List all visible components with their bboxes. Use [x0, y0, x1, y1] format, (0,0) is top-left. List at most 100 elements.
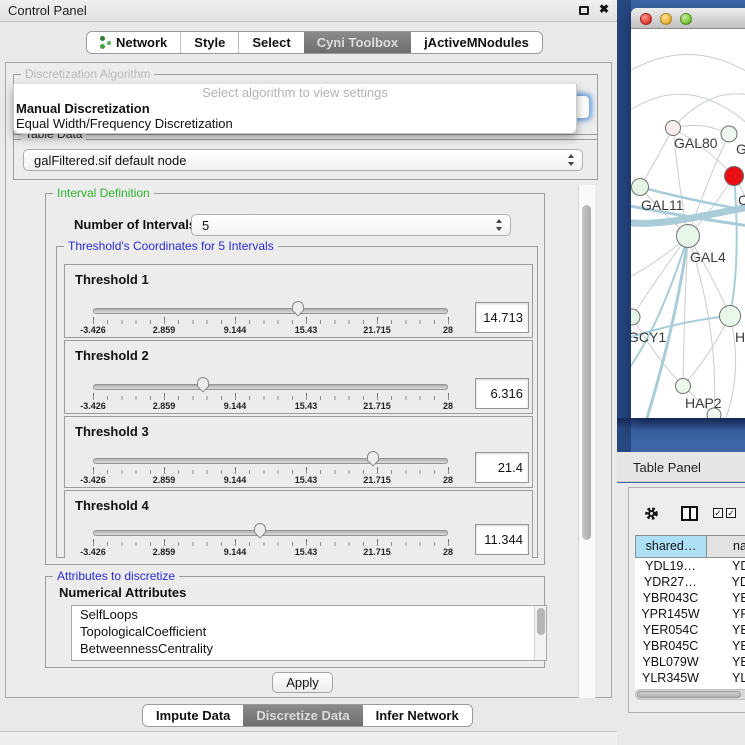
node-label: C [738, 192, 745, 208]
network-node[interactable] [631, 309, 640, 325]
table-row[interactable]: YBL079WYBL0 [635, 654, 745, 670]
table-cell: YLR345W [635, 670, 706, 686]
control-panel-titlebar: Control Panel ✖ [0, 0, 617, 22]
tick-label: 9.144 [224, 547, 247, 557]
network-view[interactable]: GAL80GAL11GAL4GCY1HAP2G.CH [631, 29, 745, 418]
settings-gear-icon[interactable] [643, 505, 660, 522]
network-node[interactable] [677, 225, 700, 248]
table-cell: YDR27… [635, 574, 706, 590]
scrollbar-thumb[interactable] [537, 608, 545, 635]
group-label: Attributes to discretize [53, 569, 179, 583]
panel-title: Control Panel [8, 3, 87, 18]
bottom-strip [0, 731, 617, 745]
group-label: Discretization Algorithm [21, 67, 154, 81]
slider-thumb[interactable] [253, 522, 267, 539]
tick-label: 2.859 [153, 401, 176, 411]
tab-jactivemnodules[interactable]: jActiveMNodules [411, 32, 542, 53]
tick-label: 2.859 [153, 475, 176, 485]
threshold-value-field[interactable]: 11.344 [475, 524, 529, 555]
node-label: G. [736, 141, 745, 157]
table-row[interactable]: YDR27…YDR2 [635, 574, 745, 590]
network-edge [631, 54, 745, 75]
table-cell: YPR1 [706, 606, 745, 622]
tick-label: 28 [443, 547, 453, 557]
slider-track[interactable] [93, 384, 448, 390]
tick-label: 15.43 [295, 475, 318, 485]
network-node[interactable] [720, 306, 741, 327]
tick-label: 28 [443, 401, 453, 411]
settings-scrollbar[interactable] [578, 185, 595, 698]
close-icon[interactable]: ✖ [599, 2, 609, 16]
attributes-list[interactable]: SelfLoopsTopologicalCoefficientBetweenne… [71, 605, 547, 661]
slider-thumb[interactable] [366, 450, 380, 467]
tick-label: -3.426 [80, 401, 106, 411]
column-header-shared-name[interactable]: shared… [636, 536, 707, 557]
table-cell: YBL0 [706, 654, 745, 670]
threshold-value-field[interactable]: 14.713 [475, 302, 529, 333]
tick-label: 15.43 [295, 325, 318, 335]
float-window-icon[interactable] [579, 6, 589, 15]
desktop-shadow-strip [617, 0, 631, 452]
dropdown-option-manual[interactable]: Manual Discretization [14, 101, 576, 116]
table-cell: YBR0 [706, 638, 745, 654]
tick-label: 15.43 [295, 401, 318, 411]
network-node[interactable] [725, 167, 744, 186]
apply-button[interactable]: Apply [272, 672, 333, 693]
scrollbar-thumb[interactable] [637, 691, 741, 698]
table-panel-title: Table Panel [633, 460, 701, 475]
tab-select[interactable]: Select [238, 32, 303, 53]
slider-thumb[interactable] [291, 300, 305, 317]
scrollbar-thumb[interactable] [582, 205, 591, 540]
table-row[interactable]: YLR345WYLR3 [635, 670, 745, 686]
table-row[interactable]: YER054CYER0 [635, 622, 745, 638]
column-header-name[interactable]: na [707, 536, 745, 557]
scale-labels: -3.4262.8599.14415.4321.71528 [65, 325, 532, 337]
columns-icon[interactable] [681, 506, 698, 521]
checkbox-icon[interactable]: ✓ [726, 508, 736, 518]
table-row[interactable]: YBR045CYBR0 [635, 638, 745, 654]
tick-label: -3.426 [80, 325, 106, 335]
num-intervals-spinner[interactable]: 5 [191, 214, 511, 236]
tab-style[interactable]: Style [180, 32, 238, 53]
tab-discretize-data[interactable]: Discretize Data [243, 705, 362, 726]
attribute-item[interactable]: BetweennessCentrality [72, 640, 546, 657]
tab-infer-network[interactable]: Infer Network [363, 705, 472, 726]
network-node[interactable] [676, 379, 691, 394]
slider-track[interactable] [93, 530, 448, 536]
traffic-light-close[interactable] [640, 13, 652, 25]
tick-label: 28 [443, 475, 453, 485]
tab-label: Discretize Data [256, 708, 349, 723]
list-scrollbar[interactable] [534, 606, 546, 660]
traffic-light-minimize[interactable] [660, 13, 672, 25]
threshold-value-field[interactable]: 6.316 [475, 378, 529, 409]
table-row[interactable]: YPR145WYPR1 [635, 606, 745, 622]
table-data-combobox[interactable]: galFiltered.sif default node [23, 149, 583, 171]
attribute-item[interactable]: SelfLoops [72, 606, 546, 623]
tab-impute-data[interactable]: Impute Data [143, 705, 243, 726]
thresholds-group: Threshold's Coordinates for 5 Intervals … [56, 246, 538, 558]
slider-thumb[interactable] [196, 376, 210, 393]
tab-cyni-toolbox[interactable]: Cyni Toolbox [304, 32, 411, 53]
attribute-item[interactable]: TopologicalCoefficient [72, 623, 546, 640]
slider-track[interactable] [93, 458, 448, 464]
tab-label: Network [116, 35, 167, 50]
table-cell: YBL079W [635, 654, 706, 670]
table-row[interactable]: YBR043CYBR0 [635, 590, 745, 606]
network-window-titlebar[interactable] [631, 8, 745, 29]
threshold-value-field[interactable]: 21.4 [475, 452, 529, 483]
dropdown-option-equal-width[interactable]: Equal Width/Frequency Discretization [14, 116, 576, 131]
group-label: Threshold's Coordinates for 5 Intervals [64, 239, 278, 253]
table-cell: YBR043C [635, 590, 706, 606]
node-label: GAL4 [690, 249, 726, 265]
network-node[interactable] [666, 121, 681, 136]
network-node[interactable] [721, 126, 737, 142]
table-hscrollbar[interactable] [635, 689, 745, 700]
network-node[interactable] [632, 179, 649, 196]
slider-track[interactable] [93, 308, 448, 314]
threshold-row: Threshold 1 -3.4262.8599.14415.4321.7152… [64, 264, 533, 338]
table-row[interactable]: YDL19…YDL1 [635, 558, 745, 574]
table-cell: YDL19… [635, 558, 706, 574]
traffic-light-zoom[interactable] [680, 13, 692, 25]
checkbox-icon[interactable]: ✓ [713, 508, 723, 518]
tab-network[interactable]: Network [87, 32, 180, 53]
